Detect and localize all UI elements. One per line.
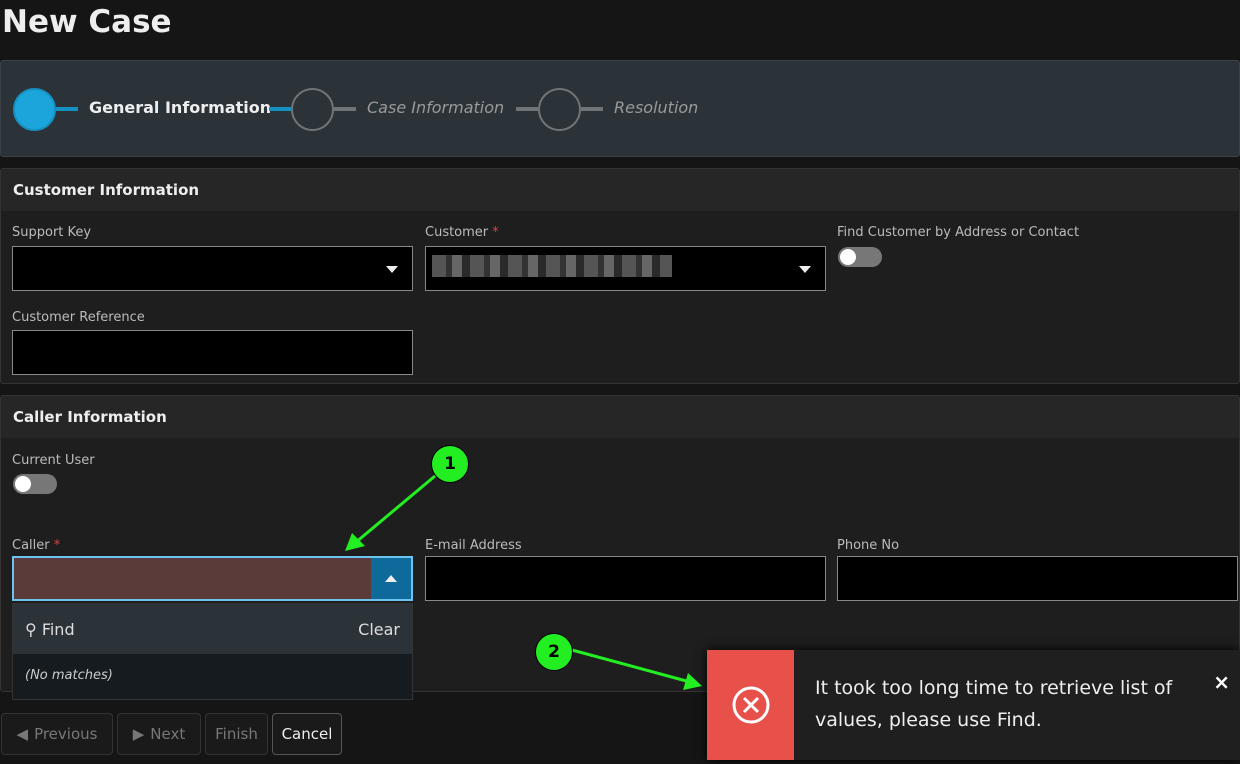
annotation-arrows (345, 474, 702, 690)
annotation-marker-2: 2 (535, 633, 573, 671)
annotation-marker-1: 1 (431, 445, 469, 483)
